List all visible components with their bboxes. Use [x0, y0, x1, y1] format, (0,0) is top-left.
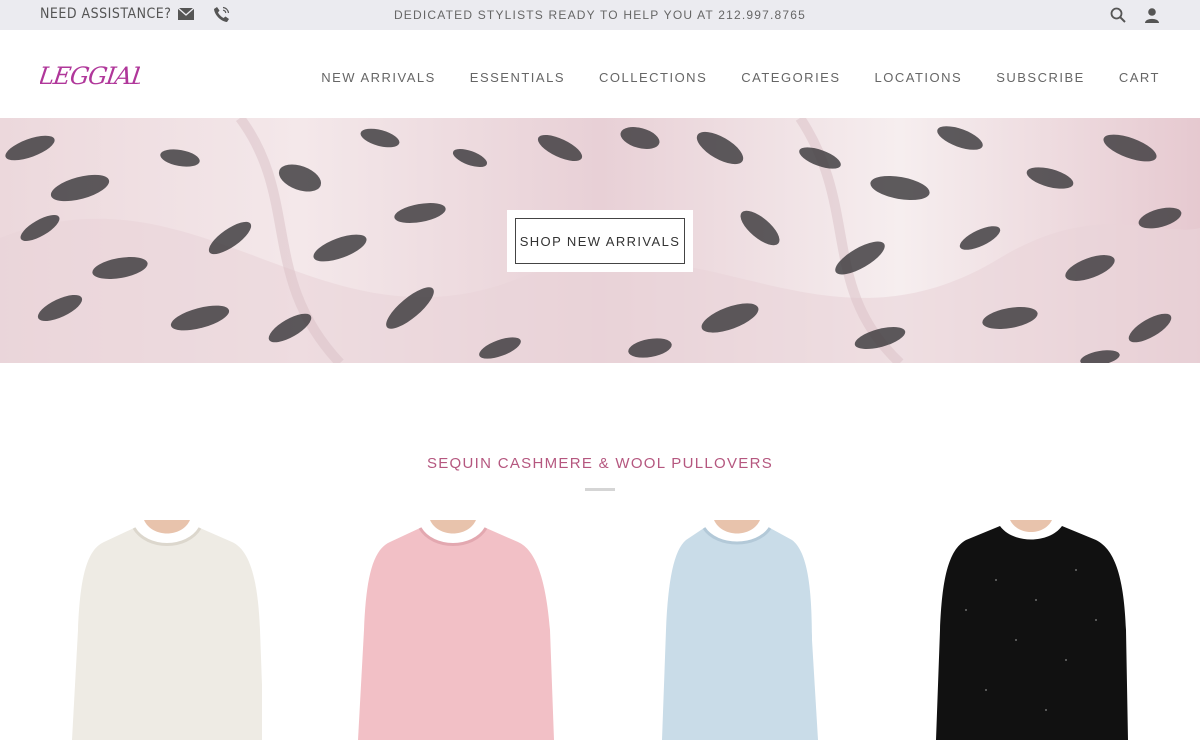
search-icon[interactable] [1110, 7, 1126, 23]
nav-essentials[interactable]: ESSENTIALS [470, 70, 565, 85]
leggiadro-logo[interactable]: LEGGIADRO [40, 52, 140, 98]
product-image [358, 520, 554, 740]
section-title: SEQUIN CASHMERE & WOOL PULLOVERS [426, 455, 774, 472]
product-image [936, 520, 1128, 740]
product-card-ivory[interactable] [72, 520, 262, 740]
nav-new-arrivals[interactable]: NEW ARRIVALS [321, 70, 436, 85]
shop-new-arrivals-button[interactable]: SHOP NEW ARRIVALS [515, 218, 685, 264]
svg-text:LEGGIADRO: LEGGIADRO [40, 62, 140, 90]
product-image [662, 520, 818, 740]
product-card-black[interactable] [936, 520, 1128, 740]
stylist-promo-text: DEDICATED STYLISTS READY TO HELP YOU AT … [393, 8, 807, 22]
hero-banner[interactable]: SHOP NEW ARRIVALS [0, 118, 1200, 363]
product-image [72, 520, 262, 740]
section-divider [585, 488, 615, 491]
nav-locations[interactable]: LOCATIONS [875, 70, 963, 85]
nav-collections[interactable]: COLLECTIONS [599, 70, 707, 85]
product-card-pink[interactable] [358, 520, 554, 740]
main-nav: NEW ARRIVALS ESSENTIALS COLLECTIONS CATE… [287, 70, 1160, 85]
product-card-light-blue[interactable] [662, 520, 852, 740]
utility-bar: NEED ASSISTANCE? DEDICATED STYLISTS READ… [0, 0, 1200, 30]
nav-categories[interactable]: CATEGORIES [741, 70, 840, 85]
nav-cart[interactable]: CART [1119, 70, 1160, 85]
nav-subscribe[interactable]: SUBSCRIBE [996, 70, 1085, 85]
account-icon[interactable] [1144, 7, 1160, 23]
site-header: LEGGIADRO NEW ARRIVALS ESSENTIALS COLLEC… [0, 30, 1200, 118]
